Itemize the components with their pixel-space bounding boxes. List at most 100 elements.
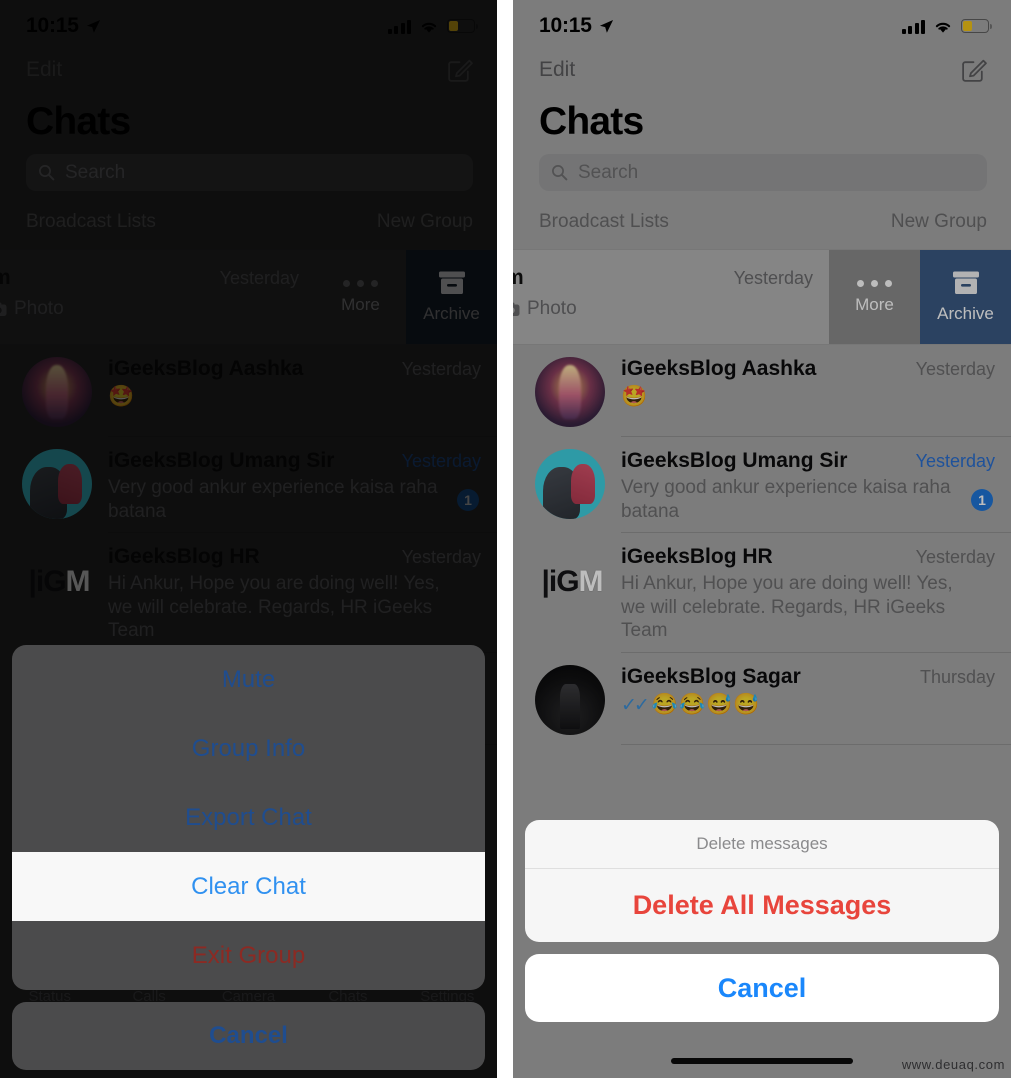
search-input[interactable]: Search <box>539 154 987 191</box>
status-bar-left: 10:15 <box>26 14 101 38</box>
igm-logo-m: M <box>578 565 604 599</box>
chat-list-item[interactable]: iGeeksBlog Aashka Yesterday 🤩 <box>513 345 1011 437</box>
nav-row: Edit <box>513 46 1011 94</box>
compose-icon[interactable] <box>960 57 987 84</box>
swipe-action-archive[interactable]: Archive <box>406 250 497 344</box>
right-phone-panel: 10:15 Edit Chats Search Broadcast Lists … <box>513 0 1011 1078</box>
home-indicator[interactable] <box>671 1058 853 1064</box>
battery-icon <box>961 19 992 33</box>
swipe-action-archive[interactable]: Archive <box>920 250 1011 344</box>
swiped-chat-content: m Yesterday Photo <box>513 250 829 344</box>
status-bar-time: 10:15 <box>26 14 79 37</box>
unread-badge: 1 <box>971 489 993 511</box>
action-delete-all-messages[interactable]: Delete All Messages <box>525 869 999 942</box>
new-group-button[interactable]: New Group <box>377 211 473 233</box>
chat-emoji-snippet: ✓✓😂😂😅😅 <box>621 692 995 718</box>
chat-list-item[interactable]: | iG M iGeeksBlog HR Yesterday Hi Ankur,… <box>0 533 497 653</box>
chat-list-item[interactable]: iGeeksBlog Sagar Thursday ✓✓😂😂😅😅 <box>513 653 1011 745</box>
search-placeholder: Search <box>65 161 126 183</box>
swipe-action-archive-label: Archive <box>937 304 994 323</box>
avatar-aashka <box>22 357 92 427</box>
action-mute[interactable]: Mute <box>12 645 485 714</box>
search-container: Search <box>0 154 497 191</box>
igm-logo: | iG M <box>22 559 96 605</box>
search-placeholder: Search <box>578 161 639 183</box>
swipe-action-more[interactable]: More <box>315 250 406 344</box>
swiped-chat-name: m <box>513 266 524 289</box>
chat-item-body: iGeeksBlog Aashka Yesterday 🤩 <box>108 355 481 427</box>
chat-time: Thursday <box>919 666 995 687</box>
dual-screenshot-stage: 10:15 Edit Chats Search Broadcast Lists … <box>0 0 1011 1078</box>
panel-divider <box>497 0 513 1078</box>
ellipsis-icon <box>857 279 892 287</box>
chat-snippet: Very good ankur experience kaisa raha ba… <box>621 477 951 522</box>
chat-list-item[interactable]: | iG M iGeeksBlog HR Yesterday Hi Ankur,… <box>513 533 1011 653</box>
compose-icon[interactable] <box>446 57 473 84</box>
swiped-chat-snippet-wrap: Photo <box>0 298 64 320</box>
igm-logo: | iG M <box>535 559 609 605</box>
cellular-bars-icon <box>387 19 411 34</box>
chat-item-header: iGeeksBlog Sagar Thursday <box>621 665 995 689</box>
new-group-button[interactable]: New Group <box>891 211 987 233</box>
swipe-action-more[interactable]: More <box>829 250 920 344</box>
search-container: Search <box>513 154 1011 191</box>
swiped-chat-row[interactable]: m Yesterday Photo More Archive <box>513 249 1011 345</box>
swiped-chat-time: Yesterday <box>733 268 813 288</box>
chat-list-item[interactable]: iGeeksBlog Umang Sir Yesterday Very good… <box>513 437 1011 534</box>
chat-name: iGeeksBlog Umang Sir <box>621 449 848 472</box>
swiped-chat-snippet: Photo <box>14 298 64 319</box>
action-clear-chat[interactable]: Clear Chat <box>12 852 485 921</box>
swipe-action-more-label: More <box>341 294 380 314</box>
chat-time: Yesterday <box>401 359 481 379</box>
action-group-info[interactable]: Group Info <box>12 714 485 783</box>
igm-logo-ig: iG <box>548 565 580 599</box>
swiped-chat-row[interactable]: m Yesterday Photo More Archive <box>0 249 497 345</box>
igm-logo-ig: iG <box>35 565 67 599</box>
read-receipt-ticks: ✓✓ <box>621 694 650 716</box>
swiped-chat-snippet: Photo <box>527 298 577 319</box>
chat-emoji-snippet: 🤩 <box>621 385 649 408</box>
status-bar-right <box>387 19 478 34</box>
left-action-sheet: Mute Group Info Export Chat Clear Chat E… <box>0 645 497 1078</box>
avatar-igm-logo: | iG M <box>535 545 605 615</box>
page-title: Chats <box>26 100 131 143</box>
archive-box-icon <box>952 271 979 294</box>
location-arrow-icon <box>599 19 613 33</box>
swiped-chat-time: Yesterday <box>219 268 299 288</box>
chat-time: Yesterday <box>915 359 995 379</box>
status-bar-left: 10:15 <box>539 14 614 38</box>
left-cancel-button[interactable]: Cancel <box>12 1002 485 1070</box>
wifi-icon <box>421 22 437 33</box>
right-cancel-button[interactable]: Cancel <box>525 954 999 1022</box>
chat-item-body: iGeeksBlog HR Yesterday Hi Ankur, Hope y… <box>621 543 995 643</box>
list-actions-row: Broadcast Lists New Group <box>513 191 1011 249</box>
chat-time: Yesterday <box>401 451 481 471</box>
chat-item-header: iGeeksBlog Aashka Yesterday <box>108 357 481 381</box>
igm-logo-pipe: | <box>541 565 549 599</box>
broadcast-lists-button[interactable]: Broadcast Lists <box>26 211 156 233</box>
search-icon <box>552 165 568 181</box>
chat-list-item[interactable]: iGeeksBlog Umang Sir Yesterday Very good… <box>0 437 497 534</box>
action-exit-group[interactable]: Exit Group <box>12 921 485 990</box>
camera-icon <box>513 302 520 316</box>
swiped-chat-snippet-wrap: Photo <box>513 298 577 320</box>
swipe-action-more-label: More <box>855 294 894 314</box>
igm-logo-pipe: | <box>28 565 36 599</box>
chat-item-header: iGeeksBlog HR Yesterday <box>108 545 481 569</box>
search-input[interactable]: Search <box>26 154 473 191</box>
edit-button[interactable]: Edit <box>539 58 575 82</box>
edit-button[interactable]: Edit <box>26 58 62 82</box>
avatar-aashka <box>535 357 605 427</box>
action-export-chat[interactable]: Export Chat <box>12 783 485 852</box>
archive-box-icon <box>438 271 465 294</box>
left-action-sheet-group: Mute Group Info Export Chat Clear Chat E… <box>12 645 485 990</box>
chat-time: Yesterday <box>915 451 995 471</box>
avatar-sagar <box>535 664 605 735</box>
chat-time: Yesterday <box>915 547 995 568</box>
chat-name: iGeeksBlog Sagar <box>621 664 801 688</box>
chat-name: iGeeksBlog HR <box>108 545 260 569</box>
chat-list-item[interactable]: iGeeksBlog Aashka Yesterday 🤩 <box>0 345 497 437</box>
watermark: www.deuaq.com <box>901 1057 1005 1072</box>
chat-time: Yesterday <box>401 547 481 568</box>
broadcast-lists-button[interactable]: Broadcast Lists <box>539 211 669 233</box>
